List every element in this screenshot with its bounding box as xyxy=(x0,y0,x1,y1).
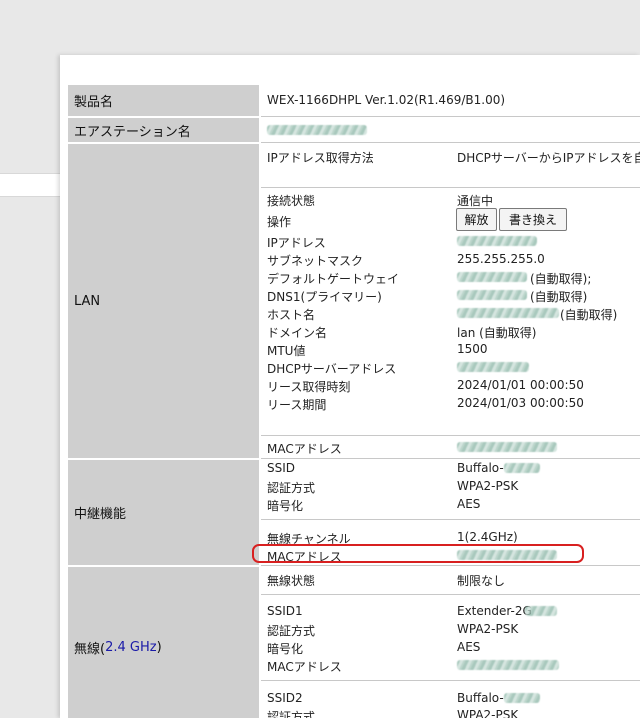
background-bar xyxy=(0,173,60,197)
divider xyxy=(261,187,640,188)
relay-ssid-redacted xyxy=(504,463,540,473)
wireless-mac1-label: MACアドレス xyxy=(267,660,342,674)
domain-name-value: lan (自動取得) xyxy=(457,326,537,340)
encryption1-label: 暗号化 xyxy=(267,642,304,656)
release-button[interactable]: 解放 xyxy=(456,208,497,231)
connection-status-value: 通信中 xyxy=(457,194,494,208)
dhcp-server-value-redacted xyxy=(457,362,529,372)
divider xyxy=(261,435,640,436)
relay-auth-value: WPA2-PSK xyxy=(457,479,519,493)
ip-method-value: DHCPサーバーからIPアドレスを自 xyxy=(457,151,640,165)
encryption1-value: AES xyxy=(457,640,481,654)
lan-mac-value-redacted xyxy=(457,442,557,452)
lan-section-label: LAN xyxy=(68,144,259,458)
auth1-value: WPA2-PSK xyxy=(457,622,519,636)
wireless-mac1-value-redacted xyxy=(457,660,559,670)
host-name-suffix: (自動取得) xyxy=(560,308,618,322)
host-name-value-redacted xyxy=(457,308,559,318)
wireless-status-label: 無線状態 xyxy=(267,574,316,588)
relay-auth-label: 認証方式 xyxy=(267,481,316,495)
dns1-value-redacted xyxy=(457,290,527,300)
gateway-suffix: (自動取得); xyxy=(530,272,592,286)
wireless-frequency: 2.4 GHz xyxy=(105,639,157,655)
connection-status-label: 接続状態 xyxy=(267,194,316,208)
wireless-label-suffix: ) xyxy=(156,639,162,655)
ssid1-label: SSID1 xyxy=(267,604,303,618)
auth2-label: 認証方式 xyxy=(267,710,316,718)
ip-address-label: IPアドレス xyxy=(267,236,326,250)
lease-period-label: リース期間 xyxy=(267,398,327,412)
highlight-annotation xyxy=(252,544,584,563)
product-name-label: 製品名 xyxy=(68,85,259,116)
ip-method-label: IPアドレス取得方法 xyxy=(267,151,374,165)
dns1-label: DNS1(プライマリー) xyxy=(267,290,382,304)
dhcp-server-label: DHCPサーバーアドレス xyxy=(267,362,397,376)
wireless-section-label: 無線(2.4 GHz) xyxy=(68,567,259,718)
divider xyxy=(261,519,640,520)
ip-address-value-redacted xyxy=(457,236,537,246)
station-name-value-redacted xyxy=(267,125,367,135)
host-name-label: ホスト名 xyxy=(267,308,316,322)
lease-time-label: リース取得時刻 xyxy=(267,380,351,394)
lan-mac-label: MACアドレス xyxy=(267,442,342,456)
relay-ssid-value: Buffalo- xyxy=(457,461,504,475)
divider xyxy=(261,458,640,459)
mtu-value: 1500 xyxy=(457,342,488,356)
lease-time-value: 2024/01/01 00:00:50 xyxy=(457,378,584,392)
relay-channel-value: 1(2.4GHz) xyxy=(457,530,518,544)
auth2-value: WPA2-PSK xyxy=(457,708,519,718)
subnet-mask-label: サブネットマスク xyxy=(267,254,364,268)
ssid2-value: Buffalo- xyxy=(457,691,504,705)
ssid2-label: SSID2 xyxy=(267,691,303,705)
ssid2-redacted xyxy=(504,693,540,703)
wireless-status-value: 制限なし xyxy=(457,574,506,588)
dns1-suffix: (自動取得) xyxy=(530,290,588,304)
divider xyxy=(261,680,640,681)
domain-name-label: ドメイン名 xyxy=(267,326,328,340)
ssid1-value: Extender-2G xyxy=(457,604,532,618)
mtu-label: MTU値 xyxy=(267,344,306,358)
relay-encryption-label: 暗号化 xyxy=(267,499,304,513)
gateway-value-redacted xyxy=(457,272,527,282)
gateway-label: デフォルトゲートウェイ xyxy=(267,272,400,286)
wireless-label-prefix: 無線( xyxy=(74,641,106,657)
status-panel: 製品名 WEX-1166DHPL Ver.1.02(R1.469/B1.00) … xyxy=(60,55,640,718)
divider xyxy=(261,594,640,595)
auth1-label: 認証方式 xyxy=(267,624,316,638)
lease-period-value: 2024/01/03 00:00:50 xyxy=(457,396,584,410)
subnet-mask-value: 255.255.255.0 xyxy=(457,252,545,266)
operation-label: 操作 xyxy=(267,215,292,229)
relay-ssid-label: SSID xyxy=(267,461,296,475)
relay-encryption-value: AES xyxy=(457,497,481,511)
station-name-label: エアステーション名 xyxy=(68,118,259,142)
rewrite-button[interactable]: 書き換え xyxy=(499,208,567,231)
product-name-value: WEX-1166DHPL Ver.1.02(R1.469/B1.00) xyxy=(267,93,506,107)
divider xyxy=(261,565,640,566)
ssid1-redacted xyxy=(525,606,557,616)
relay-section-label: 中継機能 xyxy=(68,460,259,565)
